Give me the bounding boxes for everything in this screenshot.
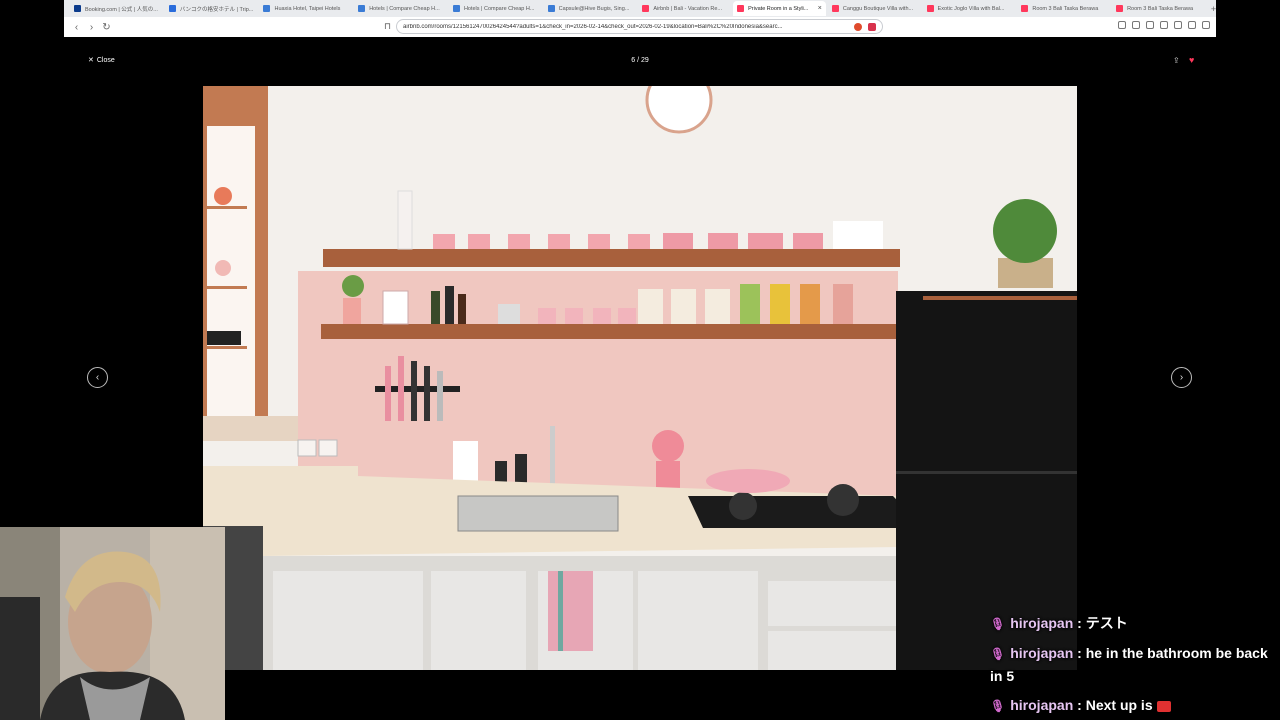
favicon-icon (452, 5, 460, 12)
brave-shield-icon[interactable] (854, 22, 862, 31)
share-icon[interactable]: ⇪ (1173, 56, 1180, 65)
tab-label: Room 3 Bali Taska Berawa (1127, 5, 1194, 12)
chat-message: 🎙 hirojapan : Next up is (990, 694, 1270, 717)
forward-arrow-icon[interactable]: › (85, 22, 98, 33)
tab-label: バンコクの格安ホテル | Trip... (179, 6, 254, 13)
favicon-icon (737, 5, 745, 12)
music-icon[interactable] (1132, 21, 1140, 29)
menu-icon[interactable] (1202, 21, 1210, 29)
toolbar-icons (1118, 21, 1210, 29)
vpn-icon[interactable] (1188, 21, 1196, 29)
url-text: airbnb.com/rooms/1215612470026424544?adu… (403, 23, 783, 30)
tab-label: Capsule@Hive Bugis, Sing... (558, 5, 630, 12)
photo-counter: 6 / 29 (631, 57, 649, 64)
close-tab-icon[interactable]: × (818, 5, 822, 12)
webcam-overlay (0, 527, 225, 720)
streamer-camera (0, 527, 225, 720)
heart-icon[interactable]: ♥ (1189, 55, 1194, 65)
close-label: Close (96, 56, 115, 64)
rewards-icon[interactable] (868, 22, 876, 31)
favicon-icon (168, 5, 176, 12)
favicon-icon (547, 5, 555, 12)
chat-text: Next up is (1085, 697, 1153, 713)
chat-message: 🎙 hirojapan : he in the bathroom be back … (990, 645, 1268, 684)
tab-airbnb-bali[interactable]: Airbnb | Bali - Vacation Re... (638, 1, 731, 16)
tab-label: Room 3 Bali Taska Berawa (1032, 5, 1099, 12)
chat-message: 🎙 hirojapan : テスト (990, 615, 1128, 631)
stream-chat: 🎙 hirojapan : テスト 🎙 hirojapan : he in the … (990, 612, 1270, 720)
tab-label: Airbnb | Bali - Vacation Re... (653, 5, 722, 12)
chevron-left-icon: ‹ (95, 372, 100, 383)
back-arrow-icon[interactable]: ‹ (70, 22, 83, 33)
tab-label: Huaxia Hotel, Taipei Hotels (274, 5, 341, 12)
tab-huaxia[interactable]: Huaxia Hotel, Taipei Hotels (259, 1, 352, 16)
url-field[interactable]: airbnb.com/rooms/1215612470026424544?adu… (396, 19, 883, 34)
close-button[interactable]: ✕ Close (88, 56, 115, 65)
tab-hotels-1[interactable]: Hotels | Compare Cheap H... (354, 1, 447, 16)
reload-icon[interactable]: ↻ (100, 22, 113, 33)
leo-icon[interactable] (1174, 21, 1182, 29)
chat-text: テスト (1085, 615, 1128, 631)
close-icon: ✕ (88, 57, 94, 64)
favicon-icon (1021, 5, 1029, 12)
tab-bar: Booking.com | 公式 | 人気の... バンコクの格安ホテル | T… (64, 0, 1216, 17)
chat-username: hirojapan (1010, 615, 1074, 631)
tab-trip[interactable]: バンコクの格安ホテル | Trip... (165, 1, 258, 16)
favicon-icon (263, 5, 271, 12)
tab-capsule[interactable]: Capsule@Hive Bugis, Sing... (544, 1, 637, 16)
tab-label: Hotels | Compare Cheap H... (463, 5, 535, 12)
tab-joglo[interactable]: Exotic Joglo Villa with Bal... (923, 1, 1016, 16)
tab-private-room[interactable]: Private Room in a Styli... × (733, 1, 826, 16)
tab-label: Booking.com | 公式 | 人気の... (85, 6, 158, 13)
prev-photo-button[interactable]: ‹ (87, 367, 108, 388)
favicon-icon (831, 5, 839, 12)
screen: Booking.com | 公式 | 人気の... バンコクの格安ホテル | T… (0, 0, 1280, 720)
tab-booking[interactable]: Booking.com | 公式 | 人気の... (70, 1, 163, 16)
favicon-icon (358, 5, 366, 12)
bookmark-icon[interactable]: ⊓ (384, 21, 391, 32)
next-photo-button[interactable]: › (1171, 367, 1192, 388)
microphone-icon: 🎙 (990, 699, 1006, 713)
listing-photo (203, 86, 1077, 670)
extensions-icon[interactable] (1118, 21, 1126, 29)
new-tab-button[interactable]: + (1211, 4, 1216, 14)
tab-label: Private Room in a Styli... (748, 5, 809, 12)
favicon-icon (74, 5, 81, 12)
tab-canggu[interactable]: Canggu Boutique Villa with... (828, 1, 921, 16)
wallet-icon[interactable] (1160, 21, 1168, 29)
microphone-icon: 🎙 (990, 617, 1006, 631)
tab-hotels-2[interactable]: Hotels | Compare Cheap H... (449, 1, 542, 16)
chevron-right-icon: › (1179, 372, 1184, 383)
microphone-icon: 🎙 (990, 647, 1006, 661)
tab-label: Canggu Boutique Villa with... (842, 5, 914, 12)
tab-room3-b[interactable]: Room 3 Bali Taska Berawa (1112, 1, 1205, 16)
tab-room3-a[interactable]: Room 3 Bali Taska Berawa (1017, 1, 1110, 16)
favicon-icon (642, 5, 650, 12)
hong-kong-flag-icon (1156, 700, 1171, 712)
sidebar-icon[interactable] (1146, 21, 1154, 29)
favicon-icon (926, 5, 934, 12)
chat-username: hirojapan (1010, 645, 1074, 661)
kitchen-photo (203, 86, 1077, 670)
favicon-icon (1116, 5, 1124, 12)
chat-username: hirojapan (1010, 697, 1074, 713)
tab-label: Hotels | Compare Cheap H... (369, 5, 440, 12)
browser-window: Booking.com | 公式 | 人気の... バンコクの格安ホテル | T… (64, 0, 1216, 37)
tab-label: Exotic Joglo Villa with Bal... (937, 5, 1005, 12)
address-bar-row: ‹ › ↻ ⊓ airbnb.com/rooms/121561247002642… (64, 17, 1216, 37)
